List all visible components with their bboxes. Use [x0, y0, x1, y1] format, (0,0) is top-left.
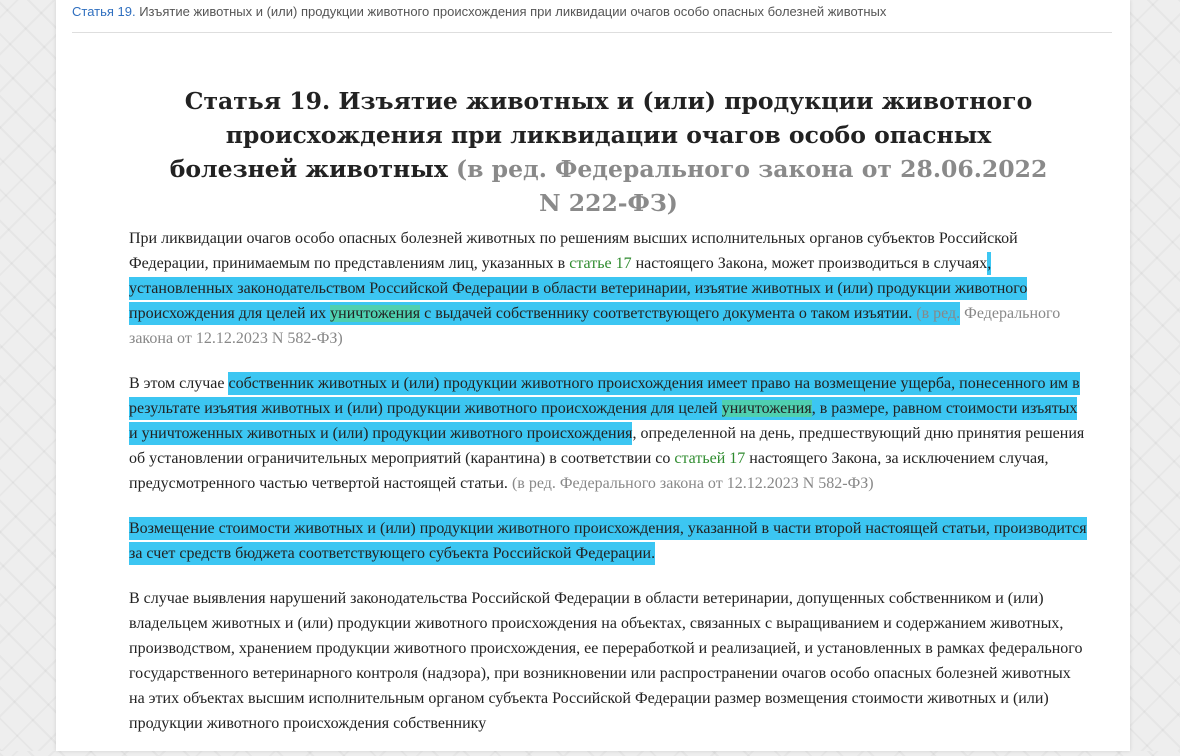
paragraph-1-highlight-note: (в ред. — [916, 305, 961, 322]
article-17-link[interactable]: статье 17 — [569, 255, 631, 272]
article-body: При ликвидации очагов особо опасных боле… — [129, 226, 1089, 756]
breadcrumb: Статья 19. Изъятие животных и (или) прод… — [72, 0, 1112, 33]
paragraph-1-highlight-b: с выдачей собственнику соответствующего … — [420, 305, 917, 322]
search-match-highlight: уничтожения — [330, 305, 421, 322]
paragraph-4-text: В случае выявления нарушений законодател… — [129, 590, 1083, 732]
document-page: Статья 19. Изъятие животных и (или) прод… — [56, 0, 1130, 751]
paragraph-1: При ликвидации очагов особо опасных боле… — [129, 226, 1089, 351]
paragraph-4: В случае выявления нарушений законодател… — [129, 586, 1089, 736]
paragraph-3-highlight: Возмещение стоимости животных и (или) пр… — [129, 517, 1087, 565]
paragraph-2: В этом случае собственник животных и (ил… — [129, 371, 1089, 496]
paragraph-2-text-start: В этом случае — [129, 375, 229, 392]
paragraph-3: Возмещение стоимости животных и (или) пр… — [129, 516, 1089, 566]
paragraph-1-text-middle: настоящего Закона, может производиться в… — [631, 255, 988, 272]
breadcrumb-article-link[interactable]: Статья 19. — [72, 4, 136, 19]
breadcrumb-article-title: Изъятие животных и (или) продукции живот… — [135, 4, 887, 19]
article-17-link-2[interactable]: статьей 17 — [674, 450, 745, 467]
paragraph-2-edition-note: (в ред. Федерального закона от 12.12.202… — [511, 475, 874, 492]
search-match-highlight: уничтожения — [721, 400, 812, 417]
article-title-edition: (в ред. Федерального закона от 28.06.202… — [456, 155, 1048, 217]
article-title: Статья 19. Изъятие животных и (или) прод… — [166, 84, 1051, 220]
